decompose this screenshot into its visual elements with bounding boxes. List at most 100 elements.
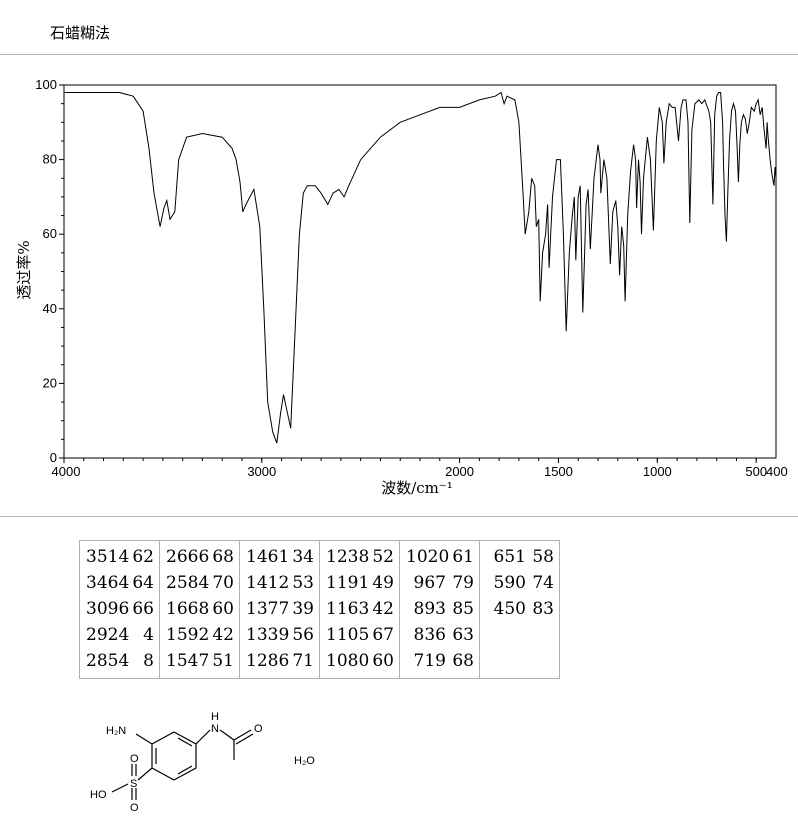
peak-entry	[486, 622, 554, 648]
amide-n-label: N	[211, 723, 219, 735]
ir-spectrum-chart: 020406080100 4000 3000 2000 1500 1000 500400 …	[15, 77, 788, 497]
peak-wavenumber: 1547	[166, 651, 210, 671]
y-tick-label: 20	[43, 375, 57, 390]
peak-entry: 2854 8	[86, 648, 154, 674]
peak-transmittance: 60	[212, 599, 234, 619]
x-tick-label: 3000	[247, 464, 276, 479]
peak-transmittance: 79	[452, 573, 474, 593]
peak-wavenumber: 1191	[326, 573, 370, 593]
y-tick-label: 60	[43, 226, 57, 241]
hydroxyl-label: HO	[90, 789, 107, 801]
peak-entry: 836 63	[406, 622, 474, 648]
peak-entry: 1461 34	[246, 544, 314, 570]
peak-transmittance: 34	[292, 547, 314, 567]
peak-wavenumber: 1286	[246, 651, 290, 671]
peak-entry: 1547 51	[166, 648, 234, 674]
x-axis-ticks: 4000 3000 2000 1500 1000 500400	[52, 458, 788, 479]
peak-entry: 1191 49	[326, 570, 394, 596]
peak-wavenumber: 651	[493, 547, 526, 567]
peak-transmittance: 61	[452, 547, 474, 567]
peak-entry: 2924 4	[86, 622, 154, 648]
peak-wavenumber: 1080	[326, 651, 370, 671]
peak-entry: 1020 61	[406, 544, 474, 570]
peak-entry: 651 58	[486, 544, 554, 570]
peak-transmittance: 71	[292, 651, 314, 671]
sulfonyl-o-bottom-label: O	[130, 802, 139, 814]
peak-column: 1020 61 967 79 893 85 836 63 719 68	[399, 540, 480, 679]
peak-entry: 1286 71	[246, 648, 314, 674]
peak-wavenumber: 2854	[86, 651, 130, 671]
peak-transmittance: 58	[532, 547, 554, 567]
peak-column: 1461 34 1412 53 1377 39 1339 56 1286 71	[239, 540, 320, 679]
peak-entry	[486, 648, 554, 674]
peak-entry: 1377 39	[246, 596, 314, 622]
peak-wavenumber: 3514	[86, 547, 130, 567]
peak-transmittance: 66	[132, 599, 154, 619]
peak-wavenumber: 893	[413, 599, 446, 619]
peak-transmittance: 68	[452, 651, 474, 671]
hydrate-label: H₂O	[294, 755, 315, 767]
peak-entry: 1105 67	[326, 622, 394, 648]
y-tick-label: 0	[50, 450, 57, 465]
x-axis-title: 波数/cm⁻¹	[381, 479, 453, 497]
bond-amide-n	[195, 729, 211, 745]
peak-column: 2666 68 2584 70 1668 60 1592 42 1547 51	[159, 540, 240, 679]
peak-table: 3514 62 3464 64 3096 66 2924 4 2854 8 2666 68 2584 70…	[79, 540, 560, 679]
peak-wavenumber: 1339	[246, 625, 290, 645]
x-tick-label: 1000	[643, 464, 672, 479]
peak-entry: 719 68	[406, 648, 474, 674]
x-end-tick-label: 400	[766, 464, 788, 479]
peak-transmittance: 64	[132, 573, 154, 593]
peak-transmittance: 42	[212, 625, 234, 645]
bond-carbonyl-1	[233, 729, 252, 741]
bond-sulfonyl	[137, 767, 153, 781]
y-axis-title: 透过率%	[15, 240, 33, 299]
y-axis-ticks: 0 20 40 60 80 100	[35, 77, 64, 465]
peak-entry: 1238 52	[326, 544, 394, 570]
peak-wavenumber: 1105	[326, 625, 370, 645]
peak-wavenumber: 719	[413, 651, 446, 671]
peak-transmittance: 83	[532, 599, 554, 619]
sulfur-label: S	[130, 778, 137, 790]
ring-double-bond	[177, 737, 193, 747]
peak-entry: 893 85	[406, 596, 474, 622]
carbonyl-o-label: O	[254, 723, 263, 735]
peak-transmittance: 42	[372, 599, 394, 619]
peak-wavenumber: 1020	[406, 547, 450, 567]
peak-transmittance: 49	[372, 573, 394, 593]
peak-entry: 3514 62	[86, 544, 154, 570]
spectrum-line	[64, 91, 777, 444]
amide-h-label: H	[211, 711, 219, 723]
peak-entry: 3464 64	[86, 570, 154, 596]
peak-wavenumber: 450	[493, 599, 526, 619]
peak-entry: 2584 70	[166, 570, 234, 596]
peak-transmittance: 68	[212, 547, 234, 567]
peak-transmittance: 85	[452, 599, 474, 619]
peak-entry: 1080 60	[326, 648, 394, 674]
peak-wavenumber: 3096	[86, 599, 130, 619]
peak-transmittance: 53	[292, 573, 314, 593]
chemical-structure: H₂N N H O S O O HO H₂O	[90, 711, 315, 814]
peak-wavenumber: 1412	[246, 573, 290, 593]
peak-transmittance: 4	[143, 625, 154, 645]
peak-wavenumber: 590	[493, 573, 526, 593]
ring-double-bond	[177, 765, 193, 775]
x-tick-label: 500	[745, 464, 767, 479]
plot-frame	[63, 84, 777, 459]
peak-entry: 3096 66	[86, 596, 154, 622]
peak-wavenumber: 1461	[246, 547, 290, 567]
bond-carbonyl-2	[235, 733, 254, 745]
peak-wavenumber: 1592	[166, 625, 210, 645]
peak-wavenumber: 1377	[246, 599, 290, 619]
peak-column: 651 58 590 74 450 83	[479, 540, 560, 679]
peak-transmittance: 60	[372, 651, 394, 671]
peak-transmittance: 70	[212, 573, 234, 593]
peak-wavenumber: 2584	[166, 573, 210, 593]
peak-entry: 2666 68	[166, 544, 234, 570]
peak-transmittance: 52	[372, 547, 394, 567]
peak-transmittance: 39	[292, 599, 314, 619]
bottom-divider	[0, 516, 798, 517]
peak-entry: 590 74	[486, 570, 554, 596]
x-tick-label: 4000	[52, 464, 81, 479]
peak-transmittance: 8	[143, 651, 154, 671]
